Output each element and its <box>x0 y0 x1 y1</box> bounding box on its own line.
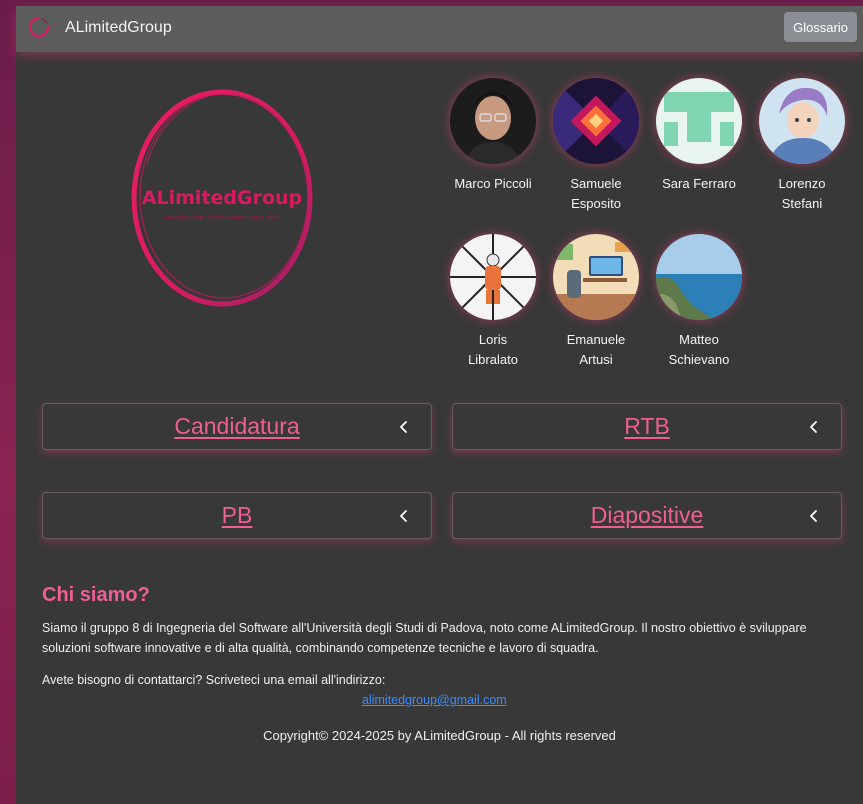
member-name: Samuele Esposito <box>570 176 622 211</box>
coastline-landscape-photo <box>656 234 742 320</box>
member-card: Samuele Esposito <box>544 78 648 214</box>
chevron-left-icon[interactable] <box>397 418 411 436</box>
abstract-neon-art <box>553 78 639 164</box>
member-card: Matteo Schievano <box>647 234 751 370</box>
group-logo: ALimitedGroup Limited group, always comm… <box>131 89 313 307</box>
diapositive-link[interactable]: Diapositive <box>591 502 704 529</box>
group-logo-title: ALimitedGroup <box>142 187 302 209</box>
rtb-link[interactable]: RTB <box>624 413 670 440</box>
circle-logo-icon[interactable] <box>28 16 50 38</box>
navbar: ALimitedGroup Glossario <box>16 6 863 52</box>
member-card: Sara Ferraro <box>647 78 751 194</box>
anime-character-art <box>759 78 845 164</box>
member-name: Marco Piccoli <box>454 176 532 191</box>
member-card: Loris Libralato <box>441 234 545 370</box>
member-card: Emanuele Artusi <box>544 234 648 370</box>
astronaut-corridor-art <box>450 234 536 320</box>
green-geometric-avatar <box>656 78 742 164</box>
member-name: Sara Ferraro <box>662 176 736 191</box>
chevron-left-icon[interactable] <box>397 507 411 525</box>
email-link[interactable]: alimitedgroup@gmail.com <box>362 693 507 707</box>
man-with-glasses-photo <box>450 78 536 164</box>
pb-button[interactable]: PB <box>42 492 432 539</box>
member-name: Matteo Schievano <box>668 332 730 367</box>
pb-link[interactable]: PB <box>222 502 253 529</box>
about-text: Siamo il gruppo 8 di Ingegneria del Soft… <box>42 621 807 655</box>
member-card: Marco Piccoli <box>441 78 545 194</box>
about-title: Chi siamo? <box>42 584 150 606</box>
glossario-button[interactable]: Glossario <box>784 12 857 42</box>
candidatura-link[interactable]: Candidatura <box>174 413 299 440</box>
diapositive-button[interactable]: Diapositive <box>452 492 842 539</box>
candidatura-button[interactable]: Candidatura <box>42 403 432 450</box>
member-name: Lorenzo Stefani <box>778 176 826 211</box>
group-logo-tagline: Limited group, always committed in work <box>164 215 281 221</box>
chevron-left-icon[interactable] <box>807 507 821 525</box>
rtb-button[interactable]: RTB <box>452 403 842 450</box>
chevron-left-icon[interactable] <box>807 418 821 436</box>
navbar-title[interactable]: ALimitedGroup <box>65 19 172 37</box>
member-name: Loris Libralato <box>468 332 518 367</box>
copyright: Copyright© 2024-2025 by ALimitedGroup - … <box>263 728 616 743</box>
member-name: Emanuele Artusi <box>566 332 626 367</box>
member-card: Lorenzo Stefani <box>750 78 854 214</box>
page: ALimitedGroup Glossario ALimitedGroup Li… <box>16 6 863 804</box>
gaming-room-illustration <box>553 234 639 320</box>
contact-text: Avete bisogno di contattarci? Scriveteci… <box>42 673 386 687</box>
